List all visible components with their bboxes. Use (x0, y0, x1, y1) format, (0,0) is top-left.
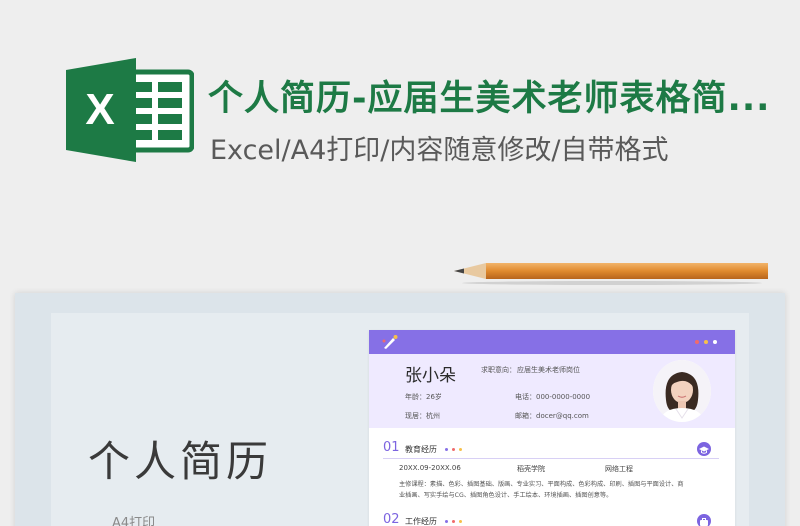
dot-yellow (704, 340, 708, 344)
section-label: 教育经历 (405, 445, 437, 454)
section-divider (383, 458, 719, 459)
topbar-dots (695, 340, 717, 344)
dot-yellow (459, 448, 462, 451)
section-dots (445, 520, 462, 523)
courses-line-2: 业插画、写实手绘与CG、插图角色设计、手工绘本、环境插画、插图创意等。 (399, 492, 613, 499)
dot-red (695, 340, 699, 344)
avatar (653, 360, 711, 422)
phone-text: 电话：000-0000-0000 (515, 393, 591, 401)
resume-topbar (369, 330, 735, 354)
resume-preview: 张小朵 求职意向： 应届生美术老师岗位 年龄：26岁 电话：000-0000-0… (369, 330, 735, 526)
dot-white (713, 340, 717, 344)
education-courses: 主修课程：素描、色彩、插图基础、版画、专业实习、平面构成、色彩构成、印刷、插图与… (399, 479, 719, 501)
courses-line-1: 主修课程：素描、色彩、插图基础、版画、专业实习、平面构成、色彩构成、印刷、插图与… (399, 481, 684, 488)
education-date: 20XX.09-20XX.06 (399, 464, 461, 472)
section-number: 01 (383, 440, 400, 455)
section-dots (445, 448, 462, 451)
section-number: 02 (383, 512, 400, 526)
education-row: 20XX.09-20XX.06 稻壳学院 网络工程 (399, 464, 719, 476)
page-subtitle: Excel/A4打印/内容随意修改/自带格式 (210, 135, 669, 166)
email-text: 邮箱：docer@qq.com (515, 412, 589, 420)
briefcase-icon (697, 514, 711, 526)
dot-purple (445, 520, 448, 523)
intent-value: 应届生美术老师岗位 (517, 366, 580, 374)
dot-purple (445, 448, 448, 451)
brush-icon (382, 335, 398, 349)
cover-title: 个人简历 (88, 437, 273, 486)
dot-red (452, 520, 455, 523)
page-title: 个人简历-应届生美术老师表格简... (208, 79, 771, 119)
section-work: 02 工作经历 (383, 512, 723, 526)
section-education: 01 教育经历 (383, 440, 723, 460)
residence-text: 现居：杭州 (405, 412, 440, 420)
excel-icon: X (66, 58, 194, 162)
intent-label: 求职意向： (481, 366, 516, 374)
cover-subtitle: A4打印 (112, 516, 156, 526)
avatar-photo (653, 360, 711, 422)
pencil-icon (454, 263, 768, 285)
education-school: 稻壳学院 (517, 465, 545, 473)
age-text: 年龄：26岁 (405, 393, 442, 401)
dot-red (452, 448, 455, 451)
resume-header: 张小朵 求职意向： 应届生美术老师岗位 年龄：26岁 电话：000-0000-0… (369, 354, 735, 428)
section-label: 工作经历 (405, 517, 437, 526)
excel-logo-letter: X (85, 85, 114, 134)
graduation-icon (697, 442, 711, 456)
dot-yellow (459, 520, 462, 523)
education-major: 网络工程 (605, 465, 633, 473)
resume-name: 张小朵 (405, 366, 456, 386)
